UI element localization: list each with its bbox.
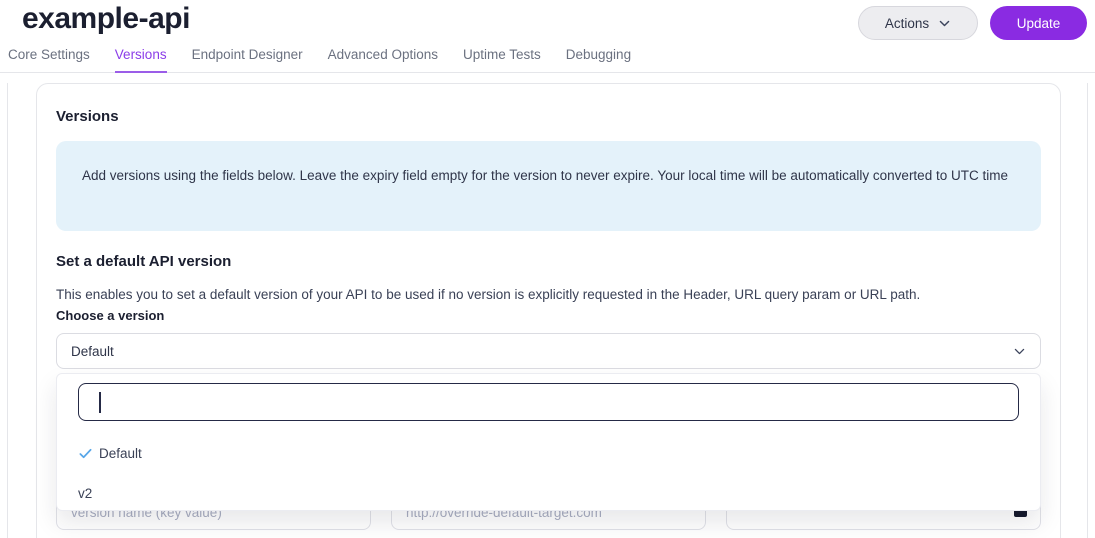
chevron-down-icon bbox=[939, 20, 950, 26]
option-v2[interactable]: v2 bbox=[57, 473, 1040, 513]
chevron-down-icon bbox=[1014, 348, 1025, 354]
choose-version-label: Choose a version bbox=[56, 308, 165, 323]
option-default[interactable]: Default bbox=[57, 433, 1040, 473]
tab-uptime-tests[interactable]: Uptime Tests bbox=[463, 47, 541, 73]
main-content: Versions Add versions using the fields b… bbox=[7, 83, 1088, 538]
version-select[interactable]: Default bbox=[56, 333, 1041, 369]
actions-button-label: Actions bbox=[884, 15, 930, 31]
check-icon bbox=[79, 448, 92, 458]
default-version-description: This enables you to set a default versio… bbox=[56, 287, 921, 302]
page-title: example-api bbox=[22, 2, 190, 35]
version-select-wrap: Default Default v2 bbox=[56, 333, 1041, 511]
tab-versions[interactable]: Versions bbox=[114, 47, 167, 73]
actions-button[interactable]: Actions bbox=[858, 6, 978, 40]
tab-debugging[interactable]: Debugging bbox=[566, 47, 631, 73]
header-actions: Actions Update bbox=[858, 6, 1087, 40]
info-banner: Add versions using the fields below. Lea… bbox=[56, 141, 1041, 231]
option-default-label: Default bbox=[99, 445, 142, 461]
card-heading: Versions bbox=[56, 108, 119, 125]
update-button[interactable]: Update bbox=[990, 6, 1087, 40]
tab-core-settings[interactable]: Core Settings bbox=[8, 47, 90, 73]
tab-endpoint-designer[interactable]: Endpoint Designer bbox=[192, 47, 303, 73]
option-v2-label: v2 bbox=[78, 485, 93, 501]
tab-bar: Core Settings Versions Endpoint Designer… bbox=[0, 46, 1095, 73]
version-select-value: Default bbox=[71, 343, 114, 359]
update-button-label: Update bbox=[1016, 15, 1061, 31]
version-search-input[interactable] bbox=[78, 383, 1019, 421]
tab-advanced-options[interactable]: Advanced Options bbox=[328, 47, 438, 73]
default-version-heading: Set a default API version bbox=[56, 253, 232, 270]
version-option-list: Default v2 bbox=[57, 433, 1040, 513]
page-header: example-api Actions Update bbox=[0, 0, 1095, 46]
text-caret bbox=[99, 391, 101, 413]
versions-card: Versions Add versions using the fields b… bbox=[36, 83, 1061, 538]
version-dropdown-panel: Default v2 bbox=[56, 373, 1041, 511]
